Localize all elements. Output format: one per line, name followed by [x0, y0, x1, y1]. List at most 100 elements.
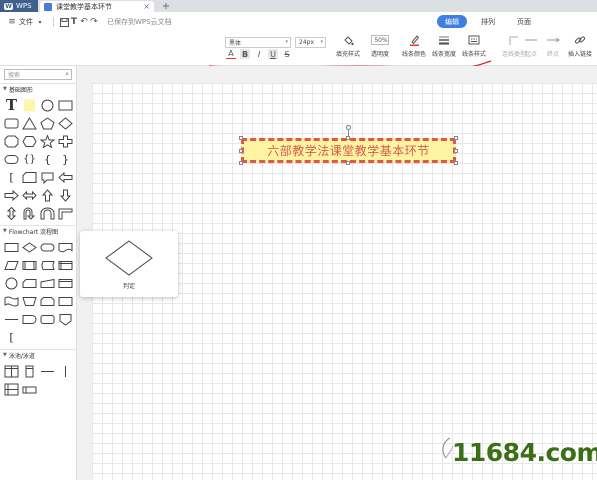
- tab-page[interactable]: 页面: [509, 15, 539, 28]
- offpage-shape[interactable]: [57, 311, 74, 327]
- resize-handle-ne[interactable]: [454, 136, 458, 140]
- capsule-shape[interactable]: [3, 151, 20, 167]
- arrow-up-shape[interactable]: [39, 187, 56, 203]
- octagon-shape[interactable]: [3, 133, 20, 149]
- title-text-shape[interactable]: 六部教学法课堂教学基本环节: [241, 138, 456, 163]
- pentagon-shape[interactable]: [39, 115, 56, 131]
- horizontal-separator-shape[interactable]: [39, 363, 56, 379]
- section-swimlane[interactable]: ▼ 泳池/泳道: [0, 349, 76, 360]
- format-painter-icon[interactable]: T: [69, 17, 79, 27]
- braces-shape[interactable]: {}: [21, 151, 38, 167]
- arch-shape[interactable]: [39, 205, 56, 221]
- fill-style-tool[interactable]: 填充样式: [330, 34, 366, 58]
- resize-handle-nw[interactable]: [239, 136, 243, 140]
- search-icon[interactable]: ⌕: [65, 70, 69, 79]
- bracket-shape[interactable]: [: [3, 169, 20, 185]
- font-family-select[interactable]: 黑体 ▾: [225, 37, 291, 48]
- resize-handle-s[interactable]: [346, 161, 350, 165]
- section-basic-shapes[interactable]: ▼ 基础图形: [0, 83, 76, 94]
- resize-handle-w[interactable]: [239, 149, 243, 153]
- search-input[interactable]: 搜索 ⌕: [4, 69, 72, 80]
- section-flowchart[interactable]: ▼ Flowchart 流程图: [0, 225, 76, 236]
- tab-edit[interactable]: 编辑: [437, 15, 467, 28]
- note-shape[interactable]: [21, 97, 38, 113]
- line-style-icon: [466, 34, 482, 46]
- horizontal-line-shape[interactable]: [3, 311, 20, 327]
- new-tab-button[interactable]: +: [160, 1, 172, 12]
- pentagon-icon: [40, 116, 55, 129]
- document-icon: [44, 2, 52, 11]
- line-icon: [5, 318, 18, 320]
- tab-arrange[interactable]: 排列: [473, 15, 503, 28]
- resize-handle-sw[interactable]: [239, 161, 243, 165]
- internal-storage-shape[interactable]: [57, 257, 74, 273]
- vertical-lane-shape[interactable]: [21, 363, 38, 379]
- callout-shape[interactable]: [39, 169, 56, 185]
- redo-icon[interactable]: ↷: [89, 17, 99, 27]
- annotation-shape[interactable]: [: [3, 329, 20, 345]
- data-shape[interactable]: [3, 257, 20, 273]
- punched-tape-shape[interactable]: [3, 293, 20, 309]
- connector-flow-shape[interactable]: [3, 275, 20, 291]
- manual-input-shape[interactable]: [39, 275, 56, 291]
- star-shape[interactable]: [39, 133, 56, 149]
- manual-operation-shape[interactable]: [21, 293, 38, 309]
- arrow-right-shape[interactable]: [3, 187, 20, 203]
- terminator-shape[interactable]: [39, 239, 56, 255]
- card-shape[interactable]: [21, 275, 38, 291]
- save-icon[interactable]: [59, 17, 69, 27]
- horizontal-lane-shape[interactable]: [21, 381, 38, 397]
- merge-shape[interactable]: [39, 311, 56, 327]
- resize-handle-e[interactable]: [454, 149, 458, 153]
- preparation-shape[interactable]: [57, 293, 74, 309]
- circle-shape[interactable]: [39, 97, 56, 113]
- stored-data-shape[interactable]: [39, 257, 56, 273]
- delay-shape[interactable]: [21, 311, 38, 327]
- horizontal-lane-icon: [22, 386, 37, 393]
- line-style-tool[interactable]: 线条样式: [456, 34, 492, 58]
- card-icon: [22, 278, 37, 288]
- corner-shape[interactable]: [57, 205, 74, 221]
- file-menu[interactable]: ≡ 文件 ▾: [4, 15, 48, 29]
- horizontal-pool-icon: [4, 383, 19, 395]
- hexagon-shape[interactable]: [21, 133, 38, 149]
- updown-arrow-shape[interactable]: [3, 205, 20, 221]
- arrow-left-icon: [58, 171, 73, 183]
- triangle-shape[interactable]: [21, 115, 38, 131]
- process-shape[interactable]: [3, 239, 20, 255]
- text-shape[interactable]: T: [3, 96, 20, 114]
- arrow-down-shape[interactable]: [57, 187, 74, 203]
- title-text: 六部教学法课堂教学基本环节: [267, 144, 430, 158]
- diamond-shape[interactable]: [57, 115, 74, 131]
- u-turn-shape[interactable]: [21, 205, 38, 221]
- resize-handle-se[interactable]: [454, 161, 458, 165]
- predefined-process-shape[interactable]: [21, 257, 38, 273]
- horizontal-pool-shape[interactable]: [3, 381, 20, 397]
- tab-document[interactable]: 课堂教学基本环节 ×: [40, 1, 154, 12]
- opacity-input[interactable]: 50%: [371, 34, 389, 46]
- right-brace-shape[interactable]: }: [57, 151, 74, 167]
- loop-limit-shape[interactable]: [39, 293, 56, 309]
- vertical-separator-shape[interactable]: [57, 363, 74, 379]
- double-arrow-shape[interactable]: [21, 187, 38, 203]
- document-flow-shape[interactable]: [57, 239, 74, 255]
- cross-shape[interactable]: [57, 133, 74, 149]
- display-shape[interactable]: [57, 275, 74, 291]
- resize-handle-n[interactable]: [346, 136, 350, 140]
- font-size-select[interactable]: 24px ▾: [295, 37, 326, 48]
- document-shape[interactable]: [21, 169, 38, 185]
- decision-shape[interactable]: [21, 239, 38, 255]
- connector-circle-icon: [5, 277, 18, 289]
- insert-link-tool[interactable]: 插入链接: [563, 34, 597, 58]
- opacity-tool[interactable]: 50% 透明度: [362, 34, 398, 58]
- tab-wps-home[interactable]: W WPS: [0, 0, 38, 12]
- rotate-handle[interactable]: [346, 125, 351, 130]
- left-brace-shape[interactable]: {: [39, 151, 56, 167]
- arrow-left-shape[interactable]: [57, 169, 74, 185]
- rounded-rect-shape[interactable]: [3, 115, 20, 131]
- close-icon[interactable]: ×: [143, 2, 150, 11]
- section-flowchart-label: Flowchart 流程图: [8, 228, 59, 236]
- vertical-pool-shape[interactable]: [3, 363, 20, 379]
- undo-icon[interactable]: ↶: [79, 17, 89, 27]
- rectangle-shape[interactable]: [57, 97, 74, 113]
